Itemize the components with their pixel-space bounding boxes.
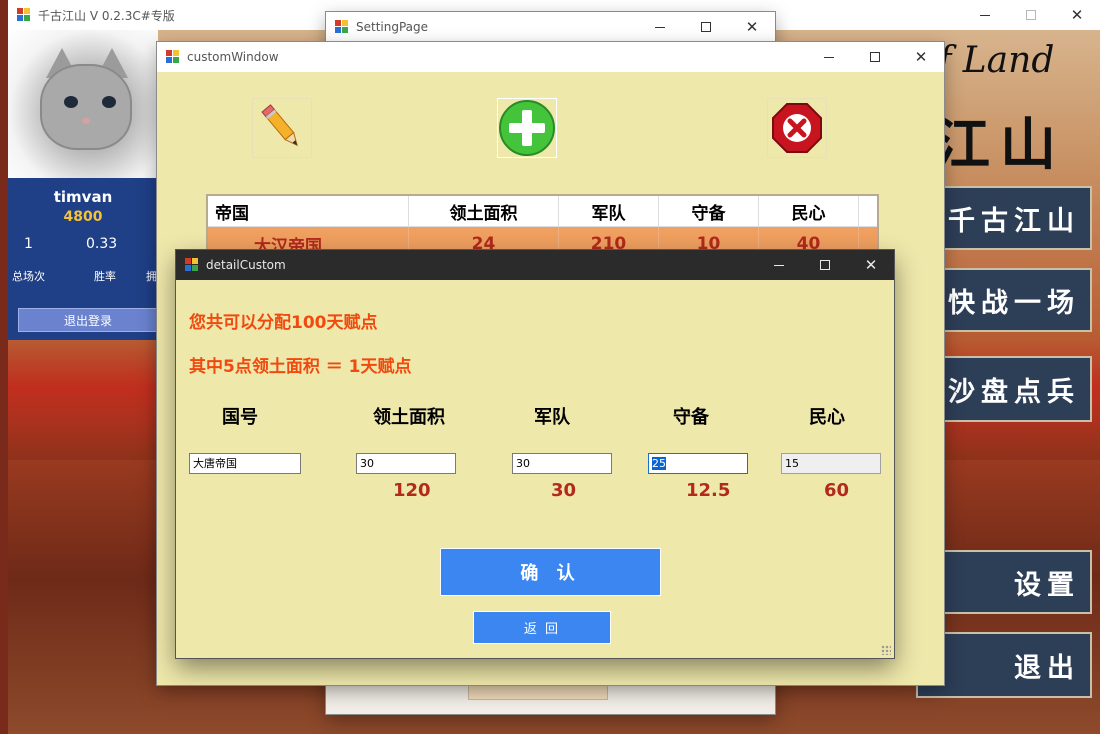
avatar [8,30,158,178]
minimize-icon [655,26,665,28]
edit-button[interactable] [252,98,312,158]
logo-english: f Land [938,40,1055,81]
maximize-button[interactable] [683,12,729,42]
minimize-icon [980,14,990,16]
header-country: 国号 [222,407,258,428]
user-stats: timvan 4800 1 0.33 总场次 胜率 拥 退出登录 [8,178,158,340]
minimize-button[interactable] [756,250,802,280]
total-games-label: 总场次 [12,270,45,283]
win-rate-label: 胜率 [94,270,116,283]
custom-window-title: customWindow [187,50,279,64]
maximize-icon [870,52,880,62]
grid-header-spacer [859,196,877,227]
army-input[interactable]: 30 [512,453,612,474]
territory-points: 120 [393,480,431,501]
total-games-value: 1 [24,236,33,252]
logo-chinese: 江山 [934,112,1066,178]
app-icon [185,258,199,272]
username: timvan [53,188,113,206]
resize-grip-icon[interactable] [881,645,891,655]
close-button[interactable]: ✕ [848,250,894,280]
pencil-icon [261,104,298,147]
confirm-button[interactable]: 确 认 [440,548,661,596]
maximize-button[interactable] [1008,0,1054,30]
custom-titlebar[interactable]: customWindow ✕ [157,42,944,72]
defense-input[interactable]: 25 [648,453,748,474]
maximize-icon [701,22,711,32]
third-stat-label: 拥 [146,270,157,283]
detail-window-title: detailCustom [206,258,286,272]
header-morale: 民心 [809,407,845,428]
minimize-icon [824,56,834,58]
minimize-button[interactable] [806,42,852,72]
header-territory: 领土面积 [373,407,445,428]
maximize-button[interactable] [802,250,848,280]
defense-points: 12.5 [686,480,731,501]
delete-icon [772,103,822,153]
user-panel: timvan 4800 1 0.33 总场次 胜率 拥 退出登录 [8,30,158,340]
army-points: 30 [551,480,577,501]
defense-input-selection: 25 [652,457,666,470]
grid-header-morale[interactable]: 民心 [759,196,859,227]
win-rate-value: 0.33 [86,236,118,252]
detail-custom-dialog: detailCustom ✕ 您共可以分配100天赋点 其中5点领土面积 ＝ 1… [176,250,894,658]
talent-total-text: 您共可以分配100天赋点 [189,313,378,333]
main-window-title: 千古江山 V 0.2.3C#专版 [38,8,175,23]
maximize-button[interactable] [852,42,898,72]
close-icon: ✕ [864,255,878,274]
setting-titlebar[interactable]: SettingPage ✕ [326,12,775,42]
maximize-icon [1026,10,1036,20]
user-score: 4800 [63,209,103,225]
detail-titlebar[interactable]: detailCustom ✕ [176,250,894,280]
cat-eye-icon [102,96,116,108]
grid-header-territory[interactable]: 领土面积 [409,196,559,227]
maximize-icon [820,260,830,270]
close-button[interactable]: ✕ [729,12,775,42]
app-icon [166,50,180,64]
header-army: 军队 [534,407,570,428]
grid-header: 帝国 领土面积 军队 守备 民心 [208,196,877,227]
grid-header-empire[interactable]: 帝国 [208,196,409,227]
plus-icon [499,100,555,156]
close-button[interactable]: ✕ [1054,0,1100,30]
cat-face-icon [40,64,132,150]
close-icon: ✕ [1070,5,1084,24]
minimize-button[interactable] [637,12,683,42]
territory-input[interactable]: 30 [356,453,456,474]
logout-button[interactable]: 退出登录 [18,308,158,332]
delete-button[interactable] [767,98,827,158]
app-icon [335,20,349,34]
app-icon [17,8,31,22]
close-button[interactable]: ✕ [898,42,944,72]
minimize-icon [774,264,784,266]
grid-header-army[interactable]: 军队 [559,196,659,227]
close-icon: ✕ [745,17,759,36]
morale-points: 60 [824,480,850,501]
cat-nose-icon [82,118,90,124]
cat-eye-icon [64,96,78,108]
header-defense: 守备 [673,407,709,428]
country-name-input[interactable]: 大唐帝国 [189,453,301,474]
morale-input[interactable]: 15 [781,453,881,474]
minimize-button[interactable] [962,0,1008,30]
grid-header-defense[interactable]: 守备 [659,196,759,227]
close-icon: ✕ [914,47,928,66]
talent-rule-text: 其中5点领土面积 ＝ 1天赋点 [189,357,412,377]
setting-window-title: SettingPage [356,20,429,34]
back-button[interactable]: 返 回 [473,611,611,644]
add-button[interactable] [497,98,557,158]
